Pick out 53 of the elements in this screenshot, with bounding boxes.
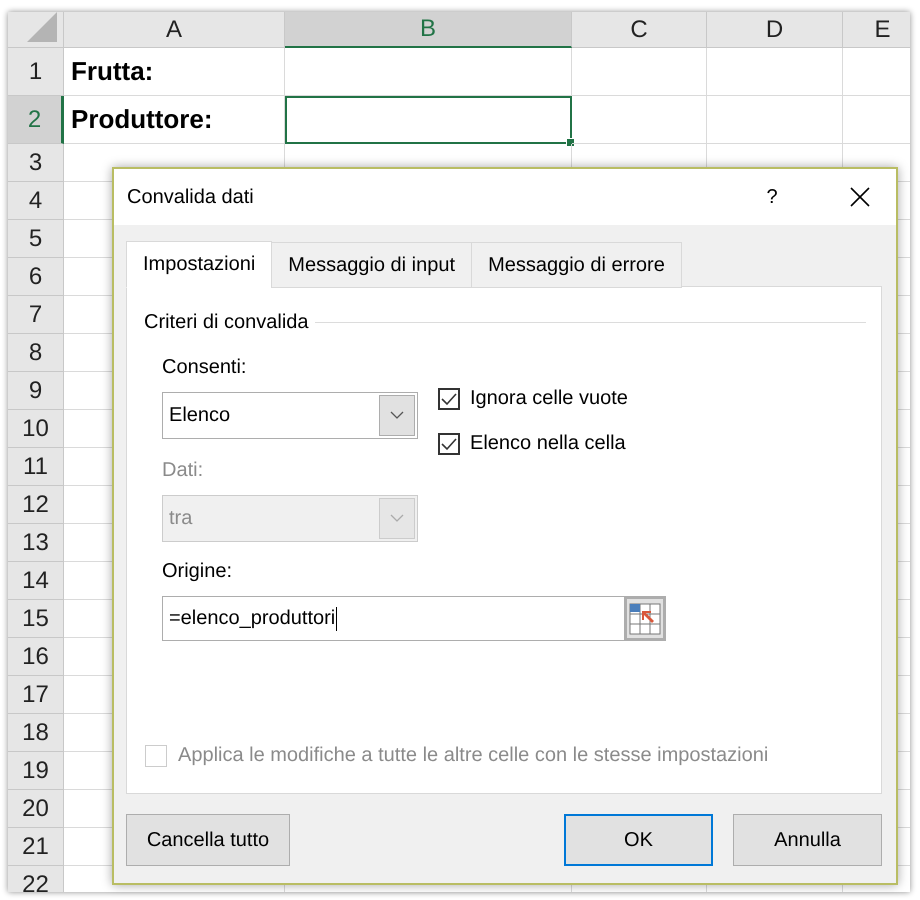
table-cell: Frutta:	[64, 48, 285, 96]
row-header[interactable]: 12	[8, 486, 64, 524]
row-header[interactable]: 16	[8, 638, 64, 676]
selected-cell[interactable]	[285, 96, 572, 144]
row-header[interactable]: 22	[8, 866, 64, 892]
row-header[interactable]: 7	[8, 296, 64, 334]
checkbox[interactable]	[438, 388, 460, 410]
field-label: Origine:	[162, 560, 234, 584]
input-field[interactable]: =elenco_produttori	[162, 596, 666, 641]
table-cell: Produttore:	[64, 96, 285, 144]
tab[interactable]: Messaggio di errore	[471, 242, 682, 288]
row-header[interactable]: 9	[8, 372, 64, 410]
chevron-down-icon	[379, 498, 415, 539]
checkbox-label[interactable]: Ignora celle vuote	[470, 387, 628, 410]
row-header[interactable]: 14	[8, 562, 64, 600]
row-header[interactable]: 5	[8, 220, 64, 258]
column-header[interactable]: E	[843, 12, 910, 48]
help-button[interactable]: ?	[762, 186, 782, 208]
row-header[interactable]: 15	[8, 600, 64, 638]
chevron-down-icon	[379, 395, 415, 436]
row-header[interactable]: 11	[8, 448, 64, 486]
row-header[interactable]: 21	[8, 828, 64, 866]
tab[interactable]: Messaggio di input	[271, 242, 472, 288]
row-header[interactable]: 17	[8, 676, 64, 714]
column-header[interactable]: C	[572, 12, 707, 48]
window-title: Convalida dati	[127, 186, 255, 208]
row-header[interactable]: 3	[8, 144, 64, 182]
column-header[interactable]: A	[64, 12, 285, 48]
row-header[interactable]: 4	[8, 182, 64, 220]
dialog-button[interactable]: Cancella tutto	[126, 814, 290, 866]
field-label: Dati:	[162, 459, 204, 483]
range-select-button[interactable]	[624, 596, 666, 641]
close-icon[interactable]	[850, 187, 870, 207]
dialog-button[interactable]: Annulla	[733, 814, 882, 866]
column-header[interactable]: B	[285, 12, 572, 48]
dropdown[interactable]: Elenco	[162, 392, 418, 439]
group-title: Criteri di convalida	[144, 311, 309, 334]
row-header[interactable]: 8	[8, 334, 64, 372]
row-header[interactable]: 20	[8, 790, 64, 828]
row-header[interactable]: 18	[8, 714, 64, 752]
field-label: Consenti:	[162, 356, 248, 380]
column-header[interactable]: D	[707, 12, 843, 48]
dialog-button[interactable]: OK	[564, 814, 713, 866]
tab[interactable]: Impostazioni	[126, 241, 272, 288]
row-header[interactable]: 2	[8, 96, 64, 144]
row-header[interactable]: 13	[8, 524, 64, 562]
checkbox-label[interactable]: Elenco nella cella	[470, 432, 626, 455]
checkbox[interactable]	[438, 432, 460, 454]
row-header[interactable]: 10	[8, 410, 64, 448]
table-arrow-icon	[629, 602, 661, 634]
row-header[interactable]: 19	[8, 752, 64, 790]
row-header[interactable]: 1	[8, 48, 64, 96]
row-header[interactable]: 6	[8, 258, 64, 296]
